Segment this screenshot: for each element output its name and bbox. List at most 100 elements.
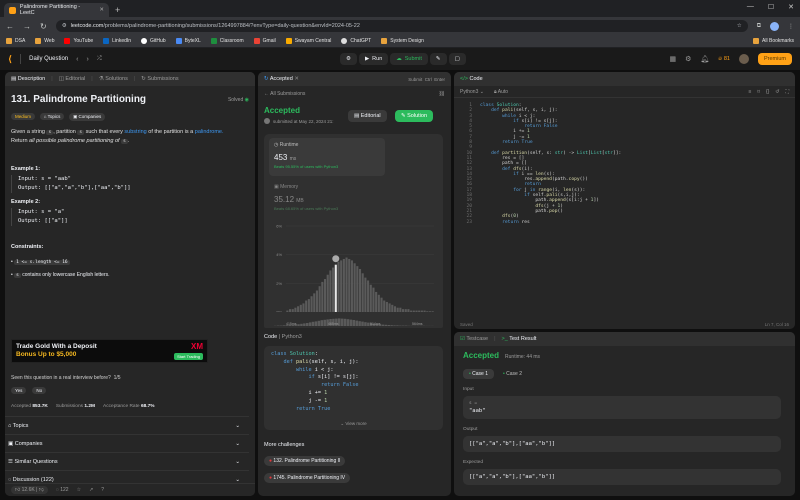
distribution-bar[interactable] [302,303,305,312]
yes-button[interactable]: Yes [11,387,27,394]
editorial-button[interactable]: ▤ Editorial [348,110,387,122]
extensions-icon[interactable]: ⧉ [757,23,761,30]
distribution-bar[interactable] [310,296,313,312]
bookmark-system-design[interactable]: System Design [381,38,424,44]
distribution-bar[interactable] [358,269,362,312]
memory-card[interactable]: ▣ Memory 35.12 MB Beats 68.65% of users … [269,180,385,218]
bookmark-web[interactable]: Web [35,38,54,44]
distribution-bar[interactable] [391,304,394,312]
code-editor[interactable]: 1 2 3 4 5 6 7 8 9 10 11 12 13 14 15 16 17 18 19 20 21 22 23 cl… [454,100,795,318]
window-close-icon[interactable]: ✕ [788,3,794,11]
distribution-bar[interactable] [329,270,332,312]
fullscreen-icon[interactable]: ⛶ [785,89,789,95]
debug-button[interactable]: ⚙ [340,53,357,65]
distribution-bar[interactable] [340,260,343,312]
topics-tag[interactable]: ⌂ Topics [39,113,65,120]
tab-code[interactable]: </> Code [460,76,483,82]
distribution-bar[interactable] [375,291,378,312]
tab-submissions[interactable]: ↻ Submissions [141,76,178,82]
bookmark-icon[interactable]: ⌑ [757,89,760,95]
distribution-bar[interactable] [299,304,302,312]
tab-test-result[interactable]: >_ Test Result [502,336,537,342]
back-to-submissions[interactable]: ← All Submissions ⛓ [258,86,451,102]
notes-button[interactable]: ✎ [429,53,447,65]
tab-description[interactable]: ▤ Description [11,76,45,82]
run-button[interactable]: ▶ Run [358,53,389,65]
distribution-bar[interactable] [377,294,380,312]
no-button[interactable]: No [32,387,47,394]
all-bookmarks[interactable]: All Bookmarks [753,38,794,44]
runtime-mini-chart[interactable]: 415ms 465ms 514ms 564ms [264,312,443,328]
challenge-132[interactable]: ● 132. Palindrome Partitioning II [264,456,346,466]
distribution-bar[interactable] [372,287,375,312]
submit-button[interactable]: ☁ Submit [390,53,428,65]
bookmark-dsa[interactable]: DSA [6,38,25,44]
reload-icon[interactable]: ↻ [40,22,47,31]
bookmark-linkedin[interactable]: LinkedIn [103,38,131,44]
problem-title[interactable]: 131. Palindrome Partitioning [11,94,146,105]
code-line[interactable]: return res [480,220,795,225]
next-problem-icon[interactable]: › [87,56,89,63]
leetcode-logo-icon[interactable]: ⟨ [8,54,12,65]
layout-icon[interactable]: ▦ [669,55,676,63]
streak-counter[interactable]: 🔥︎ 81 [718,56,730,63]
palindrome-link[interactable]: palindrome. [195,129,224,135]
distribution-bar[interactable] [313,293,316,312]
view-more-button[interactable]: ⌄ View more [264,421,443,427]
challenge-1745[interactable]: ● 1745. Palindrome Partitioning IV [264,473,351,483]
tab-editorial[interactable]: ◫ Editorial [59,76,86,82]
bookmark-bytexl[interactable]: ByteXL [175,38,201,44]
like-button[interactable]: 👍︎ 12.6K | 👎︎ [11,486,48,494]
url-field[interactable]: ⚙ leetcode.com/problems/palindrome-parti… [55,20,748,32]
distribution-bar[interactable] [323,279,327,312]
distribution-bar[interactable] [385,301,388,312]
daily-question-link[interactable]: Daily Question [29,56,68,62]
help-icon[interactable]: ? [101,487,104,493]
braces-icon[interactable]: {} [766,89,769,95]
whiteboard-button[interactable]: ▢ [448,53,466,65]
distribution-bar[interactable] [318,286,321,312]
case-1-tab[interactable]: • Case 1 [463,369,494,379]
autocomplete-toggle[interactable]: 🔒︎ Auto [494,89,508,95]
bookmark-gmail[interactable]: Gmail [253,38,276,44]
runtime-card[interactable]: ◷ Runtime 453 ms Beats 95.55% of users w… [269,138,385,176]
distribution-bar[interactable] [350,260,353,312]
maximize-icon[interactable]: ☐ [768,3,774,11]
language-select[interactable]: Python3 ⌄ [460,89,484,95]
tab-solutions[interactable]: ⚗ Solutions [99,76,128,82]
distribution-bar[interactable] [307,299,310,312]
runtime-distribution-chart[interactable]: 6%4%2%0%415ms465ms514ms564ms [264,220,443,324]
distribution-bar[interactable] [383,300,386,312]
distribution-bar[interactable] [334,264,337,312]
distribution-bar[interactable] [326,274,329,312]
back-arrow-icon[interactable]: ← [6,22,14,31]
shuffle-icon[interactable]: ⤮ [97,56,102,63]
ad-cta-button[interactable]: Start Trading [174,353,203,360]
profile-avatar[interactable] [770,21,779,31]
distribution-bar[interactable] [342,258,345,312]
share-icon[interactable]: ↗ [89,487,93,493]
distribution-bar[interactable] [356,266,359,312]
distribution-bar[interactable] [364,277,367,312]
distribution-bar[interactable] [337,261,340,312]
bookmark-swayam[interactable]: Swayam Central [285,38,331,44]
distribution-bar[interactable] [332,267,335,312]
solution-button[interactable]: ✎ Solution [395,110,434,122]
distribution-bar[interactable] [305,300,308,312]
bookmark-chatgpt[interactable]: ChatGPT [341,38,371,44]
distribution-bar[interactable] [361,273,364,312]
reset-icon[interactable]: ↺ [775,89,779,95]
accordion-companies[interactable]: ▣ Companies ⌄ [5,434,249,452]
prev-problem-icon[interactable]: ‹ [76,56,78,63]
accordion-similar[interactable]: ☰ Similar Questions ⌄ [5,452,249,470]
settings-gear-icon[interactable]: ⚙ [685,55,691,63]
browser-menu-icon[interactable]: ⋮ [788,23,794,30]
site-info-icon[interactable]: ⚙ [62,23,67,29]
distribution-bar[interactable] [315,290,318,313]
bookmark-classroom[interactable]: Classroom [210,38,244,44]
accordion-topics[interactable]: ⌂ Topics ⌄ [5,416,249,434]
companies-tag[interactable]: ▣ Companies [69,113,106,121]
notifications-bell-icon[interactable]: 🔔︎ [700,55,709,63]
tab-testcase[interactable]: ☑ Testcase [460,336,488,342]
distribution-bar[interactable] [348,258,351,312]
